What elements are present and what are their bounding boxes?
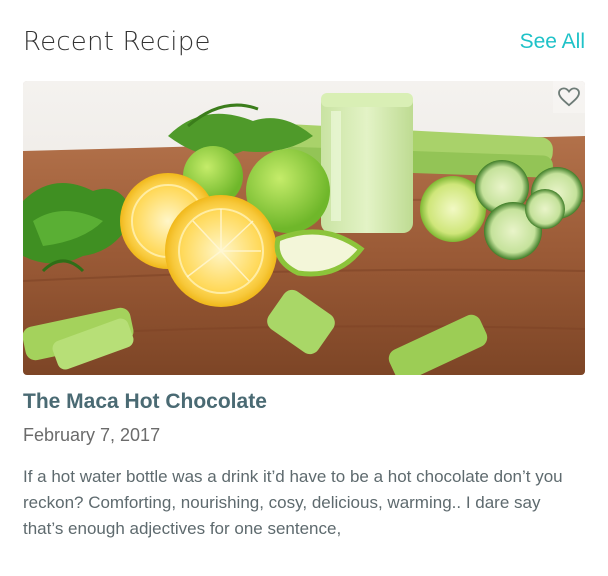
section-header: Recent Recipe See All xyxy=(23,22,585,62)
recipe-photo xyxy=(23,81,585,375)
recipe-image[interactable] xyxy=(23,81,585,375)
heart-icon xyxy=(558,87,580,107)
section-title: Recent Recipe xyxy=(23,27,211,57)
recipe-title[interactable]: The Maca Hot Chocolate xyxy=(23,390,267,414)
recipe-date: February 7, 2017 xyxy=(23,425,161,445)
favorite-button[interactable] xyxy=(553,81,585,113)
see-all-link[interactable]: See All xyxy=(520,30,585,54)
recent-recipe-widget: Recent Recipe See All The Maca Hot Choco… xyxy=(0,0,608,576)
recipe-excerpt: If a hot water bottle was a drink it’d h… xyxy=(23,467,563,538)
